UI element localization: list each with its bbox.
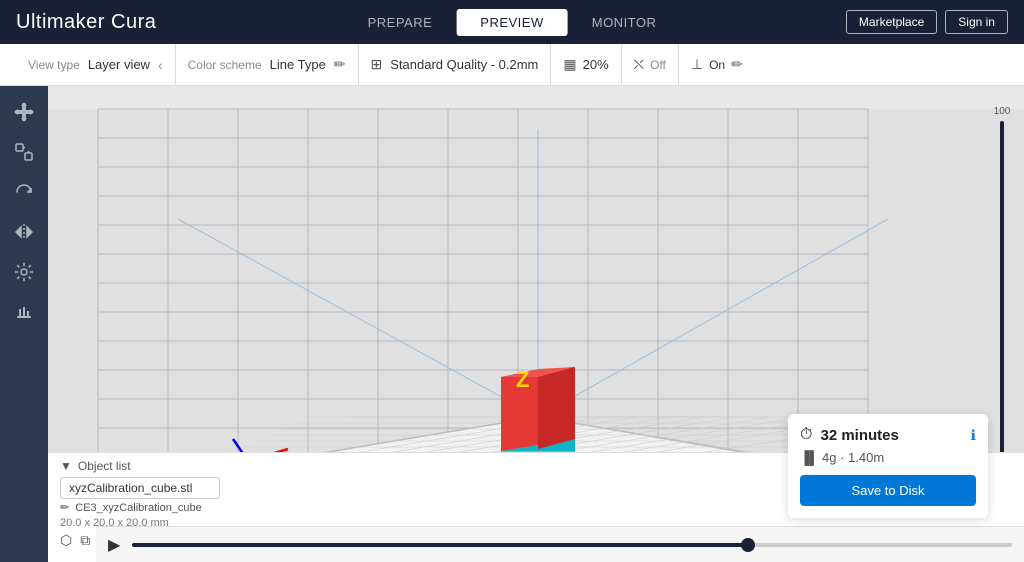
object-name-input[interactable] [60, 477, 220, 499]
signin-button[interactable]: Sign in [945, 10, 1008, 34]
tool-mirror[interactable] [6, 214, 42, 250]
logo-bold: Cura [111, 11, 156, 33]
nav-tabs: PREPARE PREVIEW MONITOR [344, 9, 681, 36]
obj-action-copy[interactable]: ⧉ [80, 532, 90, 549]
main-area: Z 100 ▼ Object list ✏ CE3_xyzCali [0, 86, 1024, 562]
object-list-chevron: ▼ [60, 459, 72, 473]
quality-section: ⊞ Standard Quality - 0.2mm [359, 44, 552, 85]
view-type-chevron[interactable]: ‹ [158, 57, 163, 73]
material-icon: ▐▌ [800, 450, 818, 465]
timeline-track[interactable] [132, 543, 1012, 547]
adhesion-value: On [709, 58, 725, 72]
tool-move[interactable] [6, 94, 42, 130]
model-name: CE3_xyzCalibration_cube [75, 502, 202, 514]
obj-action-center[interactable]: ⬡ [60, 532, 72, 549]
support-section: ⛌ Off [622, 44, 679, 85]
color-scheme-section: Color scheme Line Type ✏ [176, 44, 359, 85]
quality-value: Standard Quality - 0.2mm [390, 57, 538, 72]
svg-text:Z: Z [516, 367, 529, 392]
save-to-disk-button[interactable]: Save to Disk [800, 475, 976, 506]
tool-supports[interactable] [6, 294, 42, 330]
tab-monitor[interactable]: MONITOR [568, 9, 681, 36]
marketplace-button[interactable]: Marketplace [846, 10, 937, 34]
color-scheme-label: Color scheme [188, 58, 262, 72]
playback-bar: ▶ [96, 526, 1024, 562]
support-value: Off [650, 58, 666, 72]
color-scheme-value: Line Type [270, 57, 326, 72]
quality-icon: ⊞ [371, 56, 383, 73]
timeline-thumb[interactable] [741, 538, 755, 552]
left-sidebar [0, 86, 48, 562]
material-usage: ▐▌ 4g · 1.40m [800, 450, 976, 465]
time-icon: ⏱ [800, 426, 812, 444]
app-logo: Ultimaker Cura [16, 11, 156, 34]
infill-value: 20% [583, 57, 609, 72]
logo-light: Ultimaker [16, 11, 105, 33]
info-detail-icon[interactable]: ℹ [971, 427, 976, 444]
tab-preview[interactable]: PREVIEW [456, 9, 567, 36]
print-time-row: ⏱ 32 minutes ℹ [800, 426, 976, 444]
viewport[interactable]: Z 100 ▼ Object list ✏ CE3_xyzCali [48, 86, 1024, 562]
view-type-section: View type Layer view ‹ [16, 44, 176, 85]
adhesion-section: ⊥ On ✏ [679, 44, 755, 85]
edit-icon: ✏ [60, 501, 69, 514]
print-info-panel: ⏱ 32 minutes ℹ ▐▌ 4g · 1.40m Save to Dis… [788, 414, 988, 518]
tool-rotate[interactable] [6, 174, 42, 210]
material-text: 4g · 1.40m [822, 450, 884, 465]
infill-section: ▦ 20% [551, 44, 621, 85]
tab-prepare[interactable]: PREPARE [344, 9, 457, 36]
print-time-text: 32 minutes [820, 427, 898, 444]
toolbar: View type Layer view ‹ Color scheme Line… [0, 44, 1024, 86]
adhesion-icon: ⊥ [691, 56, 703, 73]
object-list-label: Object list [78, 459, 131, 473]
header-actions: Marketplace Sign in [846, 10, 1008, 34]
play-button[interactable]: ▶ [108, 535, 120, 555]
tool-settings[interactable] [6, 254, 42, 290]
app-header: Ultimaker Cura PREPARE PREVIEW MONITOR M… [0, 0, 1024, 44]
timeline-fill [132, 543, 748, 547]
view-type-label: View type [28, 58, 80, 72]
color-scheme-edit-icon[interactable]: ✏ [334, 56, 346, 73]
layer-top-label: 100 [994, 106, 1011, 117]
support-icon: ⛌ [634, 56, 644, 73]
view-type-value: Layer view [88, 57, 150, 72]
adhesion-edit-icon[interactable]: ✏ [731, 56, 743, 73]
infill-icon: ▦ [563, 56, 576, 73]
tool-scale[interactable] [6, 134, 42, 170]
